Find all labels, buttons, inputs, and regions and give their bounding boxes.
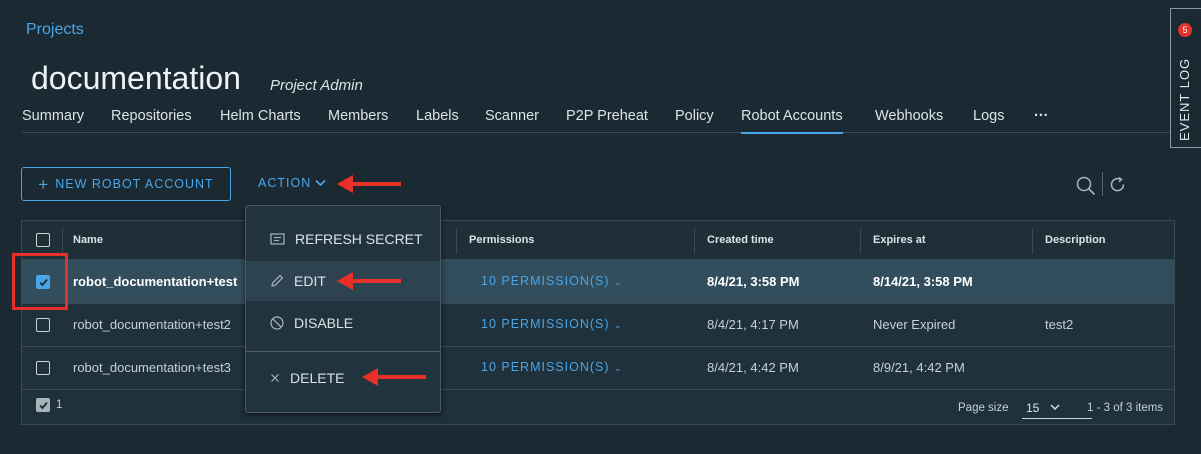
- new-robot-account-label: NEW ROBOT ACCOUNT: [55, 177, 214, 191]
- row-permissions-link[interactable]: 10 PERMISSION(S) ⌄: [481, 360, 623, 374]
- row-expires-at: Never Expired: [873, 317, 956, 332]
- tab-repositories[interactable]: Repositories: [111, 108, 192, 132]
- menu-item-disable-label: DISABLE: [294, 315, 354, 331]
- menu-item-edit-label: EDIT: [294, 273, 326, 289]
- tab-labels[interactable]: Labels: [416, 108, 459, 132]
- tab-p2p-preheat[interactable]: P2P Preheat: [566, 108, 648, 132]
- row-name: robot_documentation+test: [73, 274, 238, 289]
- refresh-secret-icon: [270, 233, 285, 245]
- highlight-box: [12, 253, 68, 310]
- tab-robot-accounts[interactable]: Robot Accounts: [741, 108, 843, 134]
- chevron-down-icon: ⌄: [614, 320, 623, 330]
- tab-helm-charts[interactable]: Helm Charts: [220, 108, 301, 132]
- column-separator: [456, 228, 457, 254]
- row-expires-at: 8/9/21, 4:42 PM: [873, 360, 965, 375]
- breadcrumb-projects[interactable]: Projects: [26, 21, 84, 39]
- table-footer: 1 Page size 15 1 - 3 of 3 items: [22, 386, 1174, 424]
- tab-members[interactable]: Members: [328, 108, 388, 132]
- annotation-arrow-icon: [337, 175, 401, 193]
- page-size-select[interactable]: 15: [1022, 398, 1092, 419]
- pagination-range: 1 - 3 of 3 items: [1087, 402, 1164, 414]
- action-dropdown-button[interactable]: ACTION: [258, 176, 326, 190]
- table-header: Name Permissions Created time Expires at…: [22, 221, 1174, 260]
- new-robot-account-button[interactable]: + NEW ROBOT ACCOUNT: [21, 167, 231, 201]
- row-description: test2: [1045, 317, 1074, 332]
- chevron-down-icon: ⌄: [614, 363, 623, 373]
- page-size-label: Page size: [958, 402, 1009, 414]
- tab-more-overflow[interactable]: ···: [1034, 108, 1049, 132]
- column-header-permissions[interactable]: Permissions: [469, 234, 534, 246]
- menu-item-disable[interactable]: DISABLE: [246, 303, 440, 343]
- row-name: robot_documentation+test3: [73, 360, 231, 375]
- column-header-created-time[interactable]: Created time: [707, 234, 774, 246]
- menu-item-refresh-secret-label: REFRESH SECRET: [295, 231, 423, 247]
- tab-summary[interactable]: Summary: [22, 108, 84, 132]
- project-tabs: Summary Repositories Helm Charts Members…: [22, 108, 1175, 134]
- action-label: ACTION: [258, 176, 312, 190]
- project-role: Project Admin: [270, 77, 363, 94]
- search-icon[interactable]: [1076, 176, 1096, 196]
- row-name: robot_documentation+test2: [73, 317, 231, 332]
- tab-webhooks[interactable]: Webhooks: [875, 108, 943, 132]
- row-created-time: 8/4/21, 4:17 PM: [707, 317, 799, 332]
- row-permissions-link[interactable]: 10 PERMISSION(S) ⌄: [481, 317, 623, 331]
- page-title: documentation: [31, 60, 241, 96]
- menu-item-delete-label: DELETE: [290, 370, 345, 386]
- column-separator: [1032, 228, 1033, 254]
- table-row[interactable]: robot_documentation+test 10 PERMISSION(S…: [22, 260, 1174, 304]
- column-header-name[interactable]: Name: [73, 234, 103, 246]
- row-permissions-link[interactable]: 10 PERMISSION(S) ⌄: [481, 274, 623, 288]
- row-checkbox[interactable]: [36, 318, 50, 332]
- column-header-expires-at[interactable]: Expires at: [873, 234, 926, 246]
- menu-item-refresh-secret[interactable]: REFRESH SECRET: [246, 219, 440, 259]
- row-checkbox[interactable]: [36, 361, 50, 375]
- toolbar-divider: [1102, 172, 1103, 196]
- selected-count: 1: [56, 399, 63, 411]
- select-all-checkbox[interactable]: [36, 233, 50, 247]
- tab-logs[interactable]: Logs: [973, 108, 1004, 132]
- event-log-label: EVENT LOG: [1177, 57, 1192, 141]
- tab-policy[interactable]: Policy: [675, 108, 714, 132]
- column-header-description[interactable]: Description: [1045, 234, 1106, 246]
- plus-icon: +: [38, 174, 50, 194]
- checkmark-icon: [38, 401, 48, 409]
- robot-accounts-table: Name Permissions Created time Expires at…: [21, 220, 1175, 425]
- chevron-down-icon: ⌄: [614, 277, 623, 287]
- column-separator: [694, 228, 695, 254]
- ban-icon: [270, 316, 284, 330]
- row-created-time: 8/4/21, 3:58 PM: [707, 274, 800, 289]
- column-separator: [62, 228, 63, 254]
- annotation-arrow-icon: [337, 272, 401, 290]
- table-row[interactable]: robot_documentation+test3 10 PERMISSION(…: [22, 346, 1174, 390]
- row-created-time: 8/4/21, 4:42 PM: [707, 360, 799, 375]
- selection-indicator-checkbox: [36, 398, 50, 412]
- table-row[interactable]: robot_documentation+test2 10 PERMISSION(…: [22, 303, 1174, 347]
- close-icon: [271, 374, 279, 382]
- row-expires-at: 8/14/21, 3:58 PM: [873, 274, 973, 289]
- tab-scanner[interactable]: Scanner: [485, 108, 539, 132]
- menu-divider: [246, 351, 440, 352]
- annotation-arrow-icon: [362, 368, 426, 386]
- chevron-down-icon: [1050, 404, 1060, 410]
- chevron-down-icon: [315, 179, 326, 187]
- pencil-icon: [271, 274, 284, 287]
- column-separator: [860, 228, 861, 254]
- event-log-tab[interactable]: 5 EVENT LOG: [1170, 8, 1201, 148]
- refresh-icon[interactable]: [1109, 176, 1127, 194]
